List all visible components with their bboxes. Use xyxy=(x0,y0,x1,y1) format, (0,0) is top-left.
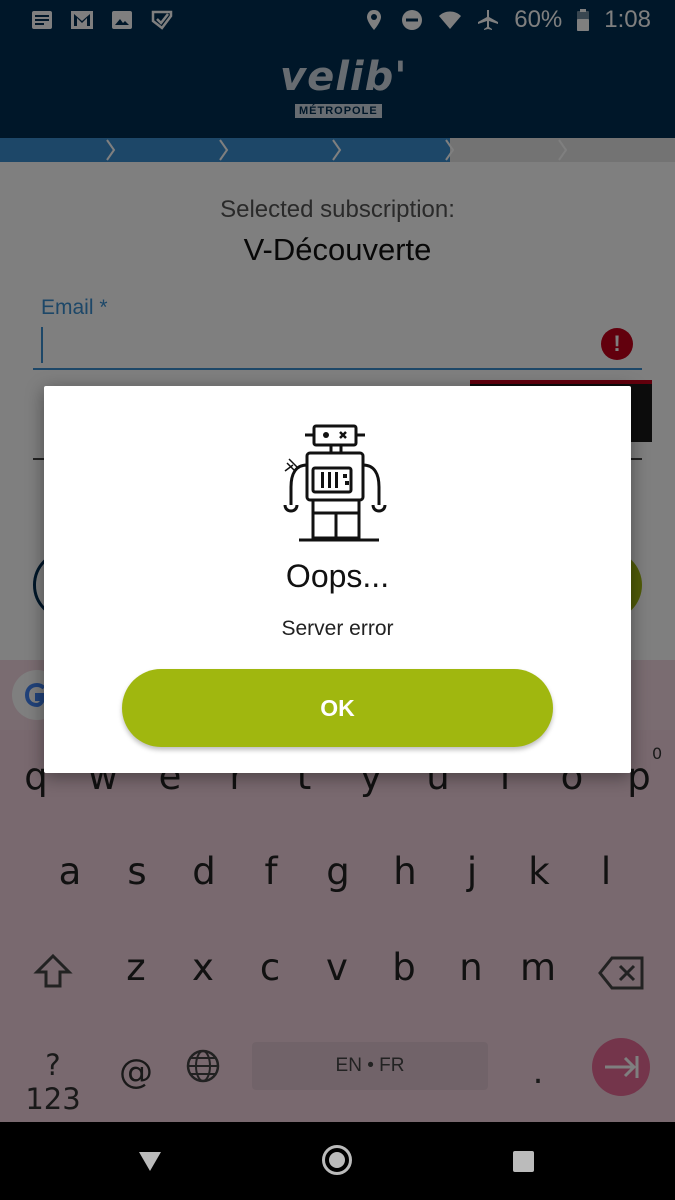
broken-robot-icon xyxy=(283,424,387,542)
dialog-title: Oops... xyxy=(285,558,390,594)
ok-button[interactable]: OK xyxy=(122,669,553,747)
error-dialog: Oops... Server error OK xyxy=(44,386,631,773)
dialog-message: Server error xyxy=(281,617,394,640)
system-navigation-bar xyxy=(0,1122,675,1200)
nav-recents-icon[interactable] xyxy=(513,1151,534,1172)
nav-home-icon[interactable] xyxy=(322,1145,352,1175)
nav-back-icon[interactable] xyxy=(139,1152,161,1171)
